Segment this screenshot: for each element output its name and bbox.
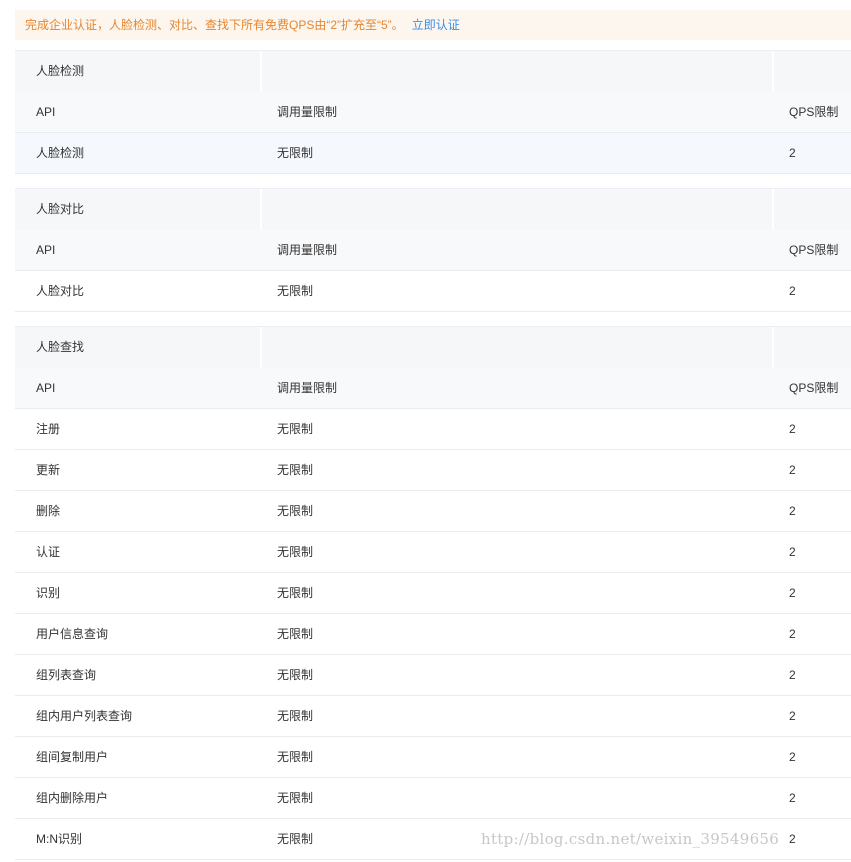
section-header: 人脸检测 (15, 51, 851, 92)
cell-api: 识别 (36, 586, 61, 600)
cell-limit: 无限制 (277, 627, 314, 641)
column-header-api: API (36, 105, 56, 119)
verify-now-link[interactable]: 立即认证 (412, 18, 460, 32)
cell-limit: 无限制 (277, 709, 314, 723)
column-header-row: API 调用量限制 QPS限制 (15, 230, 851, 271)
column-header-limit: 调用量限制 (277, 243, 338, 257)
header-divider (772, 327, 774, 368)
enterprise-auth-notice: 完成企业认证，人脸检测、对比、查找下所有免费QPS由“2”扩充至“5”。 立即认证 (15, 10, 851, 40)
cell-api: 人脸检测 (36, 146, 85, 160)
cell-qps: 2 (789, 750, 796, 764)
column-header-limit: 调用量限制 (277, 105, 338, 119)
section-title: 人脸查找 (36, 340, 85, 354)
cell-qps: 2 (789, 146, 796, 160)
cell-qps: 2 (789, 627, 796, 641)
header-divider (260, 51, 262, 92)
cell-api: 人脸对比 (36, 284, 85, 298)
cell-qps: 2 (789, 284, 796, 298)
cell-limit: 无限制 (277, 832, 314, 846)
column-header-api: API (36, 243, 56, 257)
cell-qps: 2 (789, 422, 796, 436)
cell-qps: 2 (789, 586, 796, 600)
cell-limit: 无限制 (277, 668, 314, 682)
table-row: 更新 无限制 2 (15, 450, 851, 491)
notice-text: 完成企业认证，人脸检测、对比、查找下所有免费QPS由“2”扩充至“5”。 (25, 18, 404, 32)
cell-api: 用户信息查询 (36, 627, 109, 641)
column-header-qps: QPS限制 (789, 243, 839, 257)
cell-api: 更新 (36, 463, 61, 477)
header-divider (260, 189, 262, 230)
cell-api: 认证 (36, 545, 61, 559)
column-header-limit: 调用量限制 (277, 381, 338, 395)
table-row: 组列表查询 无限制 2 (15, 655, 851, 696)
cell-api: M:N识别 (36, 832, 82, 846)
table-row: 用户信息查询 无限制 2 (15, 614, 851, 655)
column-header-api: API (36, 381, 56, 395)
table-row: 组间复制用户 无限制 2 (15, 737, 851, 778)
cell-limit: 无限制 (277, 586, 314, 600)
cell-limit: 无限制 (277, 463, 314, 477)
section-header: 人脸对比 (15, 189, 851, 230)
table-row: 认证 无限制 2 (15, 532, 851, 573)
cell-limit: 无限制 (277, 750, 314, 764)
column-header-row: API 调用量限制 QPS限制 (15, 368, 851, 409)
cell-api: 组内删除用户 (36, 791, 109, 805)
cell-api: 组间复制用户 (36, 750, 109, 764)
header-divider (772, 51, 774, 92)
cell-qps: 2 (789, 545, 796, 559)
cell-api: 组内用户列表查询 (36, 709, 133, 723)
table-row: M:N识别 无限制 2 (15, 819, 851, 860)
cell-limit: 无限制 (277, 791, 314, 805)
column-header-row: API 调用量限制 QPS限制 (15, 92, 851, 133)
cell-qps: 2 (789, 791, 796, 805)
cell-qps: 2 (789, 463, 796, 477)
table-row: 人脸对比 无限制 2 (15, 271, 851, 312)
table-row: 组内用户列表查询 无限制 2 (15, 696, 851, 737)
column-header-qps: QPS限制 (789, 381, 839, 395)
section-title: 人脸对比 (36, 202, 85, 216)
section-header: 人脸查找 (15, 327, 851, 368)
cell-api: 组列表查询 (36, 668, 97, 682)
cell-limit: 无限制 (277, 284, 314, 298)
cell-api: 注册 (36, 422, 61, 436)
cell-qps: 2 (789, 832, 796, 846)
section-face-compare: 人脸对比 API 调用量限制 QPS限制 人脸对比 无限制 2 (15, 188, 851, 312)
table-row: 识别 无限制 2 (15, 573, 851, 614)
cell-limit: 无限制 (277, 146, 314, 160)
table-row: 注册 无限制 2 (15, 409, 851, 450)
cell-api: 删除 (36, 504, 61, 518)
header-divider (772, 189, 774, 230)
cell-qps: 2 (789, 504, 796, 518)
cell-qps: 2 (789, 668, 796, 682)
section-face-detect: 人脸检测 API 调用量限制 QPS限制 人脸检测 无限制 2 (15, 50, 851, 174)
column-header-qps: QPS限制 (789, 105, 839, 119)
table-row: 组内删除用户 无限制 2 (15, 778, 851, 819)
cell-limit: 无限制 (277, 504, 314, 518)
section-face-search: 人脸查找 API 调用量限制 QPS限制 注册 无限制 2 更新 无限制 2 删… (15, 326, 851, 860)
cell-limit: 无限制 (277, 422, 314, 436)
cell-limit: 无限制 (277, 545, 314, 559)
section-title: 人脸检测 (36, 64, 85, 78)
table-row: 删除 无限制 2 (15, 491, 851, 532)
cell-qps: 2 (789, 709, 796, 723)
header-divider (260, 327, 262, 368)
table-row: 人脸检测 无限制 2 (15, 133, 851, 174)
